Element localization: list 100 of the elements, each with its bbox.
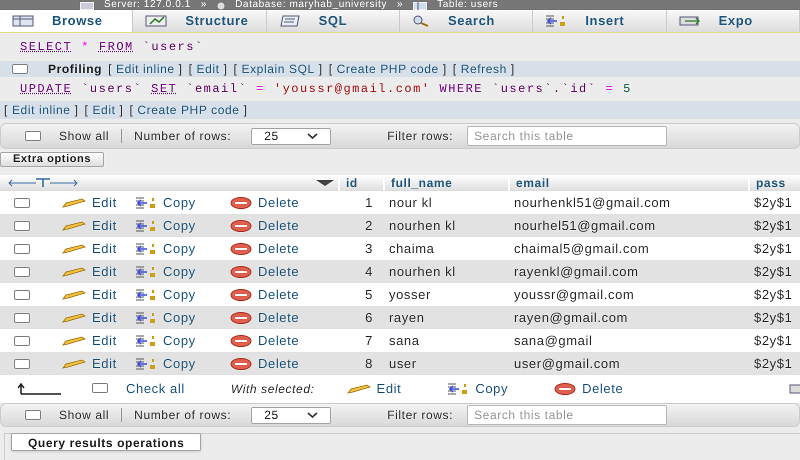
link[interactable]: Explain SQL bbox=[241, 60, 315, 78]
structure-icon bbox=[145, 15, 168, 27]
copy-button[interactable]: Copy bbox=[447, 379, 508, 399]
delete-icon bbox=[230, 312, 252, 324]
column-header[interactable]: id bbox=[338, 175, 383, 191]
pencil-icon bbox=[62, 358, 86, 368]
link[interactable]: Edit bbox=[92, 101, 116, 119]
link[interactable]: Create PHP code bbox=[336, 60, 439, 78]
show-all-label[interactable]: Show all bbox=[59, 127, 110, 145]
rows-select[interactable]: 25 bbox=[251, 406, 332, 424]
tab[interactable]: SQL bbox=[266, 10, 400, 32]
table-cell: rayenkl@gmail.com bbox=[508, 260, 748, 283]
export-icon bbox=[678, 15, 701, 27]
checkbox[interactable] bbox=[14, 312, 30, 322]
copy-icon bbox=[135, 358, 157, 370]
delete-icon bbox=[554, 383, 576, 395]
with-selected-label: With selected: bbox=[230, 381, 315, 398]
copy-icon bbox=[135, 266, 157, 278]
pencil-icon bbox=[62, 266, 86, 276]
filter-field[interactable]: Search this table bbox=[467, 126, 668, 146]
table-cell: 1 bbox=[338, 191, 383, 214]
column-header[interactable]: email bbox=[508, 175, 748, 191]
extra-options-button[interactable]: Extra options bbox=[0, 152, 104, 166]
table-cell: $2y$1 bbox=[748, 237, 800, 260]
table-cell: nourhenkl51@gmail.com bbox=[508, 191, 748, 214]
table-cell: $2y$1 bbox=[748, 191, 800, 214]
table-cell: 5 bbox=[338, 283, 383, 306]
checkbox[interactable] bbox=[25, 131, 41, 141]
sort-caret-icon[interactable] bbox=[316, 180, 334, 186]
table-cell: 4 bbox=[338, 260, 383, 283]
rows-select[interactable]: 25 bbox=[251, 128, 332, 144]
checkbox[interactable] bbox=[25, 410, 41, 420]
table-cell: $2y$1 bbox=[748, 329, 800, 352]
copy-icon bbox=[135, 312, 157, 324]
link[interactable]: Edit bbox=[196, 60, 220, 78]
profiling-label[interactable]: Profiling bbox=[48, 60, 102, 78]
edit-button[interactable]: Edit bbox=[346, 379, 402, 399]
check-all-link[interactable]: Check all bbox=[126, 379, 185, 399]
table-cell: 7 bbox=[338, 329, 383, 352]
table-cell: 8 bbox=[338, 352, 383, 375]
checkbox[interactable] bbox=[14, 336, 30, 346]
link[interactable]: Refresh bbox=[460, 60, 507, 78]
copy-icon bbox=[135, 288, 157, 300]
table-cell: 2 bbox=[338, 214, 383, 237]
checkbox[interactable] bbox=[14, 290, 30, 300]
bracket: [ bbox=[452, 61, 457, 78]
checkbox[interactable] bbox=[14, 358, 30, 368]
delete-button[interactable]: Delete bbox=[554, 379, 624, 399]
checkbox[interactable] bbox=[14, 198, 30, 208]
table-cell: nourhen kl bbox=[383, 214, 508, 237]
table-cell: nourhel51@gmail.com bbox=[508, 214, 748, 237]
checkbox[interactable] bbox=[14, 266, 30, 276]
link[interactable]: Edit inline bbox=[12, 101, 71, 119]
table-cell: rayen@gmail.com bbox=[508, 306, 748, 329]
copy-icon bbox=[135, 334, 157, 346]
delete-icon bbox=[230, 358, 252, 370]
checkbox[interactable] bbox=[14, 244, 30, 254]
bracket: [ bbox=[188, 61, 193, 78]
link[interactable]: Edit inline bbox=[116, 60, 175, 78]
show-all-label[interactable]: Show all bbox=[59, 406, 110, 424]
pencil-icon bbox=[62, 290, 86, 300]
copy-icon bbox=[135, 196, 157, 208]
bracket: ] bbox=[442, 61, 447, 78]
query-results-operations-legend[interactable]: Query results operations bbox=[11, 433, 202, 451]
checkbox[interactable] bbox=[92, 383, 108, 393]
table-cell: sana@gmail bbox=[508, 329, 748, 352]
filter-field[interactable]: Search this table bbox=[467, 405, 668, 425]
bracket: ] bbox=[74, 102, 79, 119]
pencil-icon bbox=[62, 312, 86, 322]
tab[interactable]: Search bbox=[400, 10, 534, 32]
breadcrumb-link[interactable]: Table: users bbox=[437, 0, 498, 10]
table-cell: chaimal5@gmail.com bbox=[508, 237, 748, 260]
link[interactable]: Create PHP code bbox=[137, 101, 240, 119]
tab[interactable]: Insert bbox=[533, 10, 667, 32]
filter-label: Filter rows: bbox=[387, 128, 454, 145]
column-arrows-icon bbox=[8, 178, 78, 188]
copy-icon bbox=[135, 220, 157, 232]
bracket: [ bbox=[234, 61, 238, 78]
table-cell: $2y$1 bbox=[748, 214, 800, 237]
bracket: [ bbox=[4, 102, 8, 119]
column-header[interactable]: pass bbox=[748, 175, 800, 191]
tab[interactable]: Expo bbox=[666, 10, 800, 32]
table-cell: yosser bbox=[383, 283, 508, 306]
checkbox[interactable] bbox=[14, 220, 30, 230]
column-header[interactable]: full_name bbox=[383, 175, 508, 191]
breadcrumb-link[interactable]: Database: maryhab_university bbox=[235, 0, 387, 10]
pencil-icon bbox=[62, 244, 86, 254]
bracket: [ bbox=[108, 61, 112, 78]
pencil-icon bbox=[62, 198, 86, 208]
checkbox[interactable] bbox=[12, 64, 28, 74]
search-icon bbox=[412, 15, 430, 27]
breadcrumb-link[interactable]: Server: 127.0.0.1 bbox=[104, 0, 191, 10]
database-icon bbox=[217, 2, 226, 10]
bracket: ] bbox=[178, 61, 183, 78]
table-icon bbox=[413, 2, 428, 10]
table-cell: sana bbox=[383, 329, 508, 352]
tab[interactable]: Structure bbox=[133, 10, 267, 32]
copy-icon bbox=[135, 242, 157, 254]
export-icon[interactable] bbox=[788, 383, 800, 395]
table-cell: 3 bbox=[338, 237, 383, 260]
